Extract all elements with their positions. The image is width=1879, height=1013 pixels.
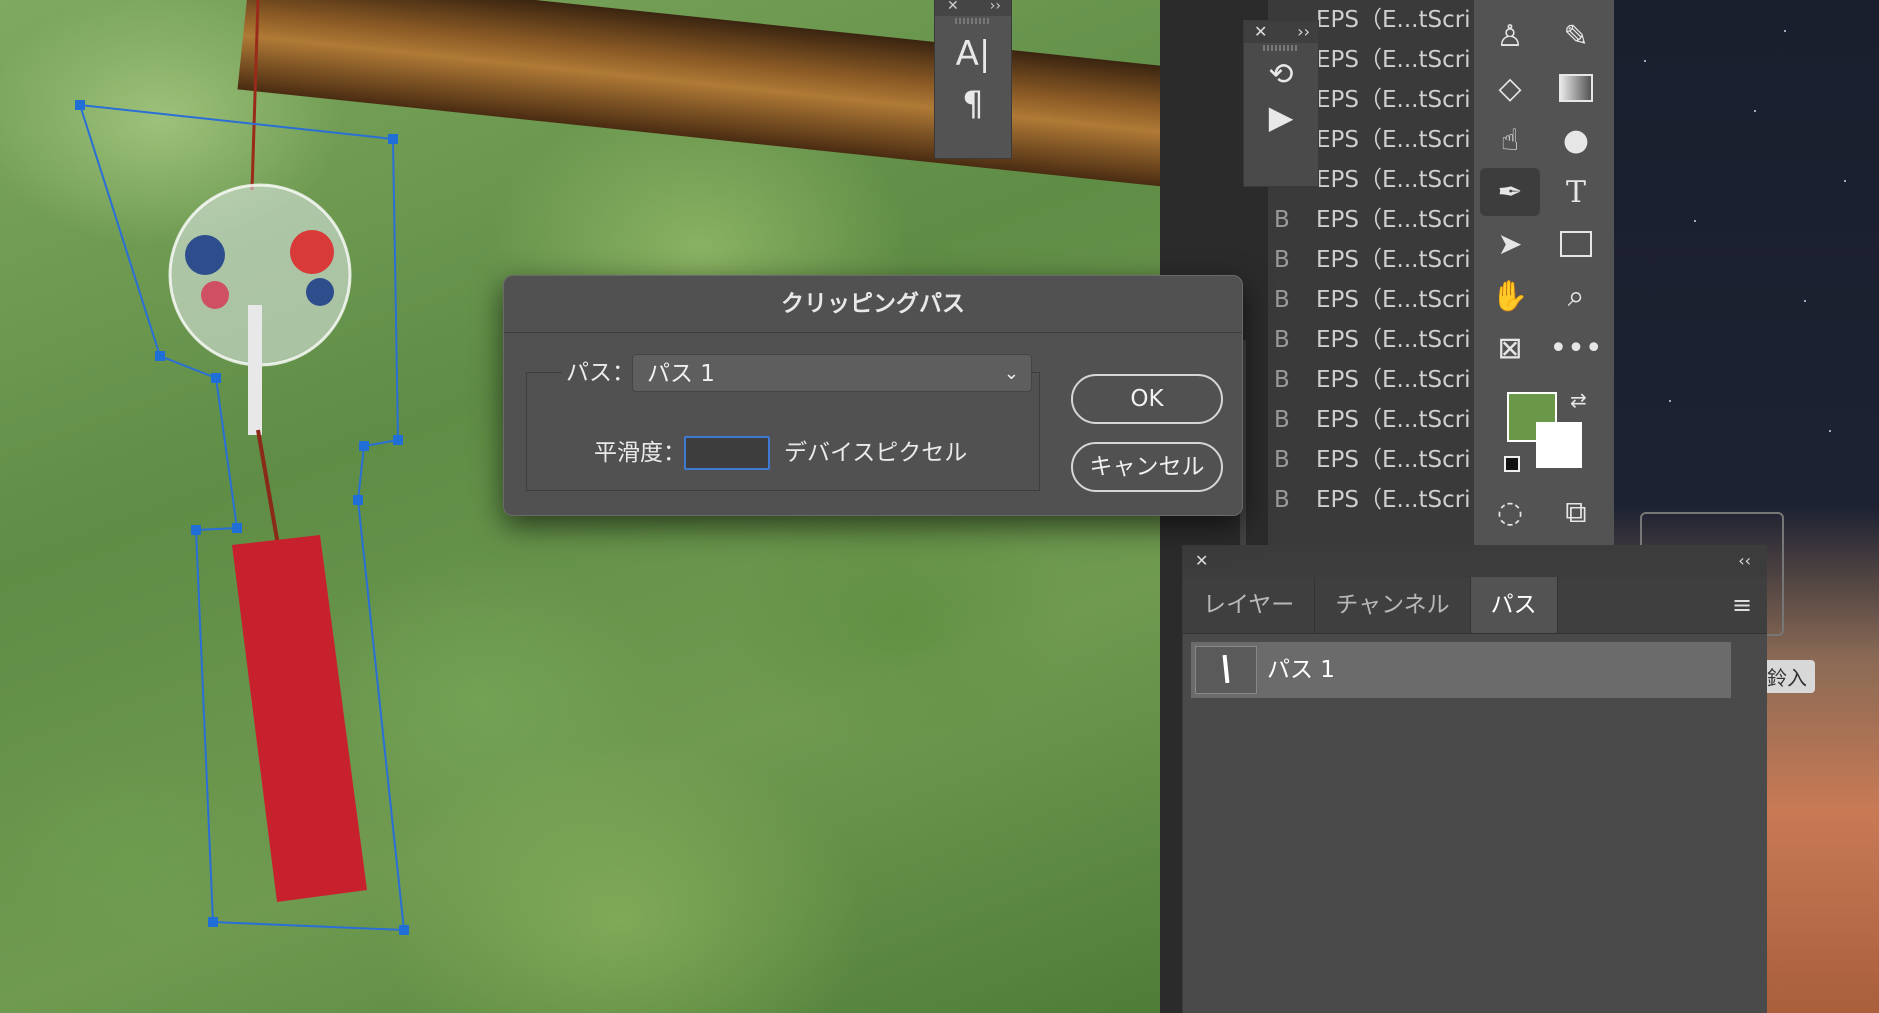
screen-mode-icon[interactable]: ⧉ xyxy=(1546,488,1606,536)
history-row-label: EPS（E...tScri xyxy=(1316,487,1471,513)
history-row-prefix: B xyxy=(1274,207,1290,233)
history-row-prefix: B xyxy=(1274,247,1290,273)
type-tool-icon[interactable]: T xyxy=(1546,168,1606,216)
panel-menu-icon[interactable]: ≡ xyxy=(1717,577,1767,633)
character-icon[interactable]: A| xyxy=(935,34,1011,74)
history-row[interactable]: B EPS（E...tScri xyxy=(1268,240,1474,280)
quick-mask-icon[interactable]: ◌ xyxy=(1480,488,1540,536)
history-row-label: EPS（E...tScri xyxy=(1316,367,1471,393)
history-row-label: EPS（E...tScri xyxy=(1316,167,1471,193)
history-row[interactable]: B EPS（E...tScri xyxy=(1268,440,1474,480)
actions-floating-panel: ✕ ›› ⟲ ▶ xyxy=(1243,20,1319,187)
zoom-tool-icon[interactable]: ⌕ xyxy=(1546,272,1606,320)
hand-tool-icon[interactable]: ✋ xyxy=(1480,272,1540,320)
paper-string xyxy=(256,429,280,546)
tab-channels[interactable]: チャンネル xyxy=(1315,577,1471,633)
history-row-prefix: B xyxy=(1274,487,1290,513)
eraser-icon[interactable]: ◇ xyxy=(1480,64,1540,112)
flatness-input[interactable] xyxy=(684,436,770,470)
history-row-prefix: B xyxy=(1274,447,1290,473)
default-colors-icon[interactable] xyxy=(1504,456,1520,472)
history-row[interactable]: B EPS（E...tScri xyxy=(1268,280,1474,320)
path-row[interactable]: パス 1 xyxy=(1191,642,1731,698)
bell-flower-blue xyxy=(185,235,225,275)
gradient-icon[interactable] xyxy=(1546,64,1606,112)
history-row-label: EPS（E...tScri xyxy=(1316,47,1471,73)
history-row[interactable]: B EPS（E...tScri xyxy=(1268,320,1474,360)
rectangle-tool-icon[interactable] xyxy=(1546,220,1606,268)
path-name: パス 1 xyxy=(1267,657,1335,683)
panel-grip[interactable] xyxy=(1263,45,1299,51)
brush-icon[interactable]: ✎ xyxy=(1546,12,1606,60)
bell-flower-red xyxy=(290,230,334,274)
tools-panel: ♙ ✎ ◇ ☝ ● ✒ T ➤ ✋ ⌕ ⊠ ••• ⇄ ◌ ⧉ xyxy=(1474,0,1614,545)
smudge-icon[interactable]: ☝ xyxy=(1480,116,1540,164)
history-row-prefix: B xyxy=(1274,287,1290,313)
history-row[interactable]: B EPS（E...tScri xyxy=(1268,360,1474,400)
expand-icon[interactable]: ›› xyxy=(990,0,1001,14)
bell-string xyxy=(250,0,260,191)
history-row-label: EPS（E...tScri xyxy=(1316,407,1471,433)
history-row-label: EPS（E...tScri xyxy=(1316,287,1471,313)
pen-tool-icon[interactable]: ✒ xyxy=(1480,168,1540,216)
history-row-prefix: B xyxy=(1274,407,1290,433)
actions-panel-header: ✕ ›› xyxy=(1244,21,1318,43)
paths-panel: ✕ ‹‹ レイヤー チャンネル パス ≡ パス 1 xyxy=(1182,545,1767,1013)
bell-flower-pink xyxy=(201,281,229,309)
history-row-label: EPS（E...tScri xyxy=(1316,207,1471,233)
tab-paths[interactable]: パス xyxy=(1470,577,1558,633)
close-icon[interactable]: ✕ xyxy=(947,0,959,14)
history-row-label: EPS（E...tScri xyxy=(1316,87,1471,113)
background-color-swatch[interactable] xyxy=(1536,422,1582,468)
clone-stamp-icon[interactable]: ♙ xyxy=(1480,12,1540,60)
paragraph-icon[interactable]: ¶ xyxy=(935,84,1011,124)
clipping-path-dialog: クリッピングパス パス： パス 1 ⌄ 平滑度： デバイスピクセル OK キャン… xyxy=(503,275,1243,516)
play-icon[interactable]: ▶ xyxy=(1244,98,1318,136)
history-brush-icon[interactable]: ⟲ xyxy=(1244,57,1318,92)
panel-tabs: レイヤー チャンネル パス ≡ xyxy=(1183,577,1767,634)
more-tools-icon[interactable]: ••• xyxy=(1546,324,1606,372)
tab-layers[interactable]: レイヤー xyxy=(1183,577,1316,633)
history-row-label: EPS（E...tScri xyxy=(1316,327,1471,353)
character-panel: ✕ ›› A| ¶ xyxy=(934,0,1012,159)
cancel-button[interactable]: キャンセル xyxy=(1071,442,1223,492)
paths-panel-header: ✕ ‹‹ xyxy=(1183,545,1767,577)
dialog-title: クリッピングパス xyxy=(504,276,1242,333)
path-select-value: パス 1 xyxy=(647,361,715,387)
panel-grip[interactable] xyxy=(955,18,991,24)
close-icon[interactable]: ✕ xyxy=(1195,551,1208,570)
history-row[interactable]: B EPS（E...tScri xyxy=(1268,480,1474,520)
tooltip-label: 鈴入 xyxy=(1759,660,1815,693)
history-row-prefix: B xyxy=(1274,327,1290,353)
path-label: パス： xyxy=(562,358,639,388)
frame-tool-icon[interactable]: ⊠ xyxy=(1480,324,1540,372)
path-thumbnail xyxy=(1195,646,1257,694)
history-row-label: EPS（E...tScri xyxy=(1316,447,1471,473)
glass-clapper xyxy=(248,305,262,435)
path-selection-icon[interactable]: ➤ xyxy=(1480,220,1540,268)
path-select[interactable]: パス 1 ⌄ xyxy=(632,354,1032,392)
character-panel-header: ✕ ›› xyxy=(935,0,1011,16)
flatness-unit: デバイスピクセル xyxy=(784,440,968,466)
flatness-label: 平滑度： xyxy=(594,440,686,466)
history-row[interactable]: B EPS（E...tScri xyxy=(1268,400,1474,440)
expand-icon[interactable]: ›› xyxy=(1297,22,1310,41)
ok-button[interactable]: OK xyxy=(1071,374,1223,424)
swap-colors-icon[interactable]: ⇄ xyxy=(1570,388,1587,412)
collapse-icon[interactable]: ‹‹ xyxy=(1738,551,1751,570)
history-row-label: EPS（E...tScri xyxy=(1316,127,1471,153)
red-paper-strip xyxy=(232,535,367,902)
bell-flower-blue-2 xyxy=(306,278,334,306)
history-row[interactable]: B EPS（E...tScri xyxy=(1268,200,1474,240)
history-row-prefix: B xyxy=(1274,367,1290,393)
close-icon[interactable]: ✕ xyxy=(1254,22,1267,41)
tab-spacer xyxy=(1558,577,1717,633)
chevron-down-icon: ⌄ xyxy=(1003,363,1019,384)
history-row-label: EPS（E...tScri xyxy=(1316,7,1471,33)
history-row-label: EPS（E...tScri xyxy=(1316,247,1471,273)
dodge-icon[interactable]: ● xyxy=(1546,116,1606,164)
